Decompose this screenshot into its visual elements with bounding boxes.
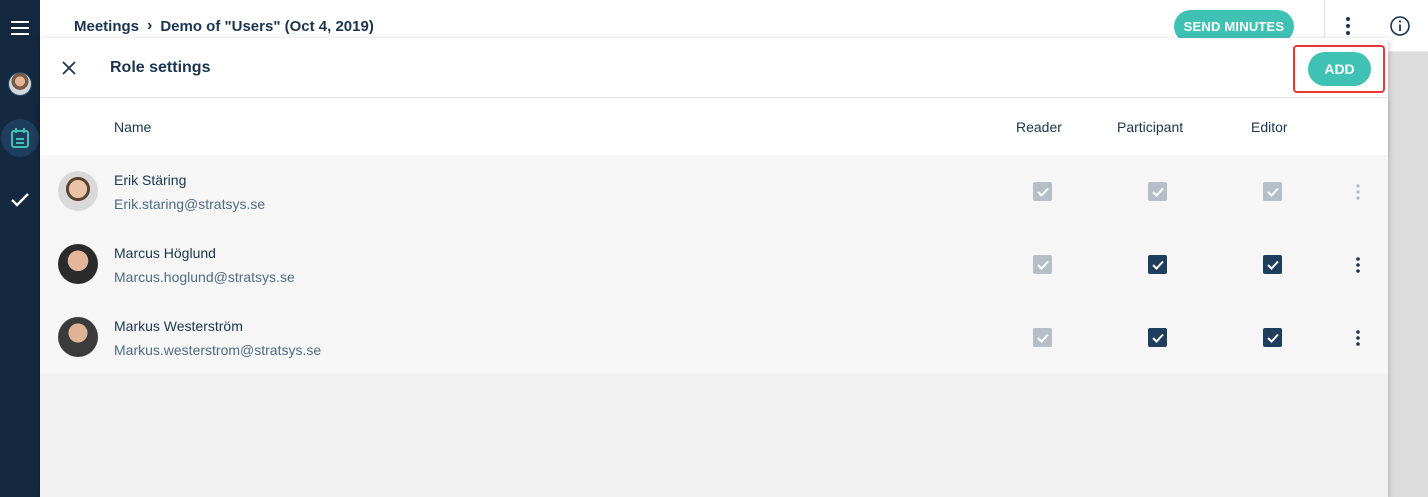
role-settings-panel: Role settings ADD Name Reader Participan… <box>40 38 1388 497</box>
user-name: Markus Westerström <box>114 318 243 334</box>
column-participant[interactable]: Participant <box>1117 119 1183 135</box>
participant-checkbox[interactable] <box>1148 328 1167 347</box>
reader-checkbox <box>1033 328 1052 347</box>
more-vert-icon <box>1350 180 1366 204</box>
reader-checkbox <box>1033 255 1052 274</box>
editor-checkbox[interactable] <box>1263 328 1282 347</box>
checkmark-icon <box>11 193 29 207</box>
breadcrumb: Meetings › Demo of "Users" (Oct 4, 2019) <box>74 17 374 35</box>
info-icon[interactable] <box>1388 14 1412 38</box>
chevron-right-icon: › <box>147 17 153 34</box>
editor-checkbox[interactable] <box>1263 255 1282 274</box>
nav-tasks[interactable] <box>0 184 40 216</box>
breadcrumb-current: Demo of "Users" (Oct 4, 2019) <box>160 17 374 35</box>
panel-title: Role settings <box>110 59 211 76</box>
editor-checkbox <box>1263 182 1282 201</box>
more-vert-icon[interactable] <box>1350 253 1366 277</box>
user-email: Erik.staring@stratsys.se <box>114 196 266 212</box>
reader-checkbox <box>1033 182 1052 201</box>
table-row: Erik Stäring Erik.staring@stratsys.se <box>40 155 1388 228</box>
table-row: Marcus Höglund Marcus.hoglund@stratsys.s… <box>40 228 1388 301</box>
calendar-icon <box>11 128 29 148</box>
avatar <box>58 171 98 211</box>
close-icon[interactable] <box>58 57 80 79</box>
side-nav-rail <box>0 0 40 497</box>
breadcrumb-meetings[interactable]: Meetings <box>74 18 139 35</box>
avatar <box>58 244 98 284</box>
table-header: Name Reader Participant Editor <box>40 98 1388 155</box>
add-button[interactable]: ADD <box>1308 52 1371 86</box>
table-row: Markus Westerström Markus.westerstrom@st… <box>40 301 1388 374</box>
menu-icon[interactable] <box>0 12 40 44</box>
participant-checkbox <box>1148 182 1167 201</box>
user-email: Markus.westerstrom@stratsys.se <box>114 342 322 358</box>
column-reader[interactable]: Reader <box>1016 119 1062 135</box>
column-name[interactable]: Name <box>114 119 151 135</box>
panel-header: Role settings ADD <box>40 38 1388 98</box>
user-name: Erik Stäring <box>114 172 187 188</box>
more-vert-icon[interactable] <box>1338 14 1358 38</box>
avatar <box>58 317 98 357</box>
user-name: Marcus Höglund <box>114 245 216 261</box>
user-avatar[interactable] <box>0 68 40 100</box>
column-editor[interactable]: Editor <box>1251 119 1288 135</box>
participant-checkbox[interactable] <box>1148 255 1167 274</box>
user-email: Marcus.hoglund@stratsys.se <box>114 269 295 285</box>
nav-meetings[interactable] <box>0 119 40 157</box>
more-vert-icon[interactable] <box>1350 326 1366 350</box>
